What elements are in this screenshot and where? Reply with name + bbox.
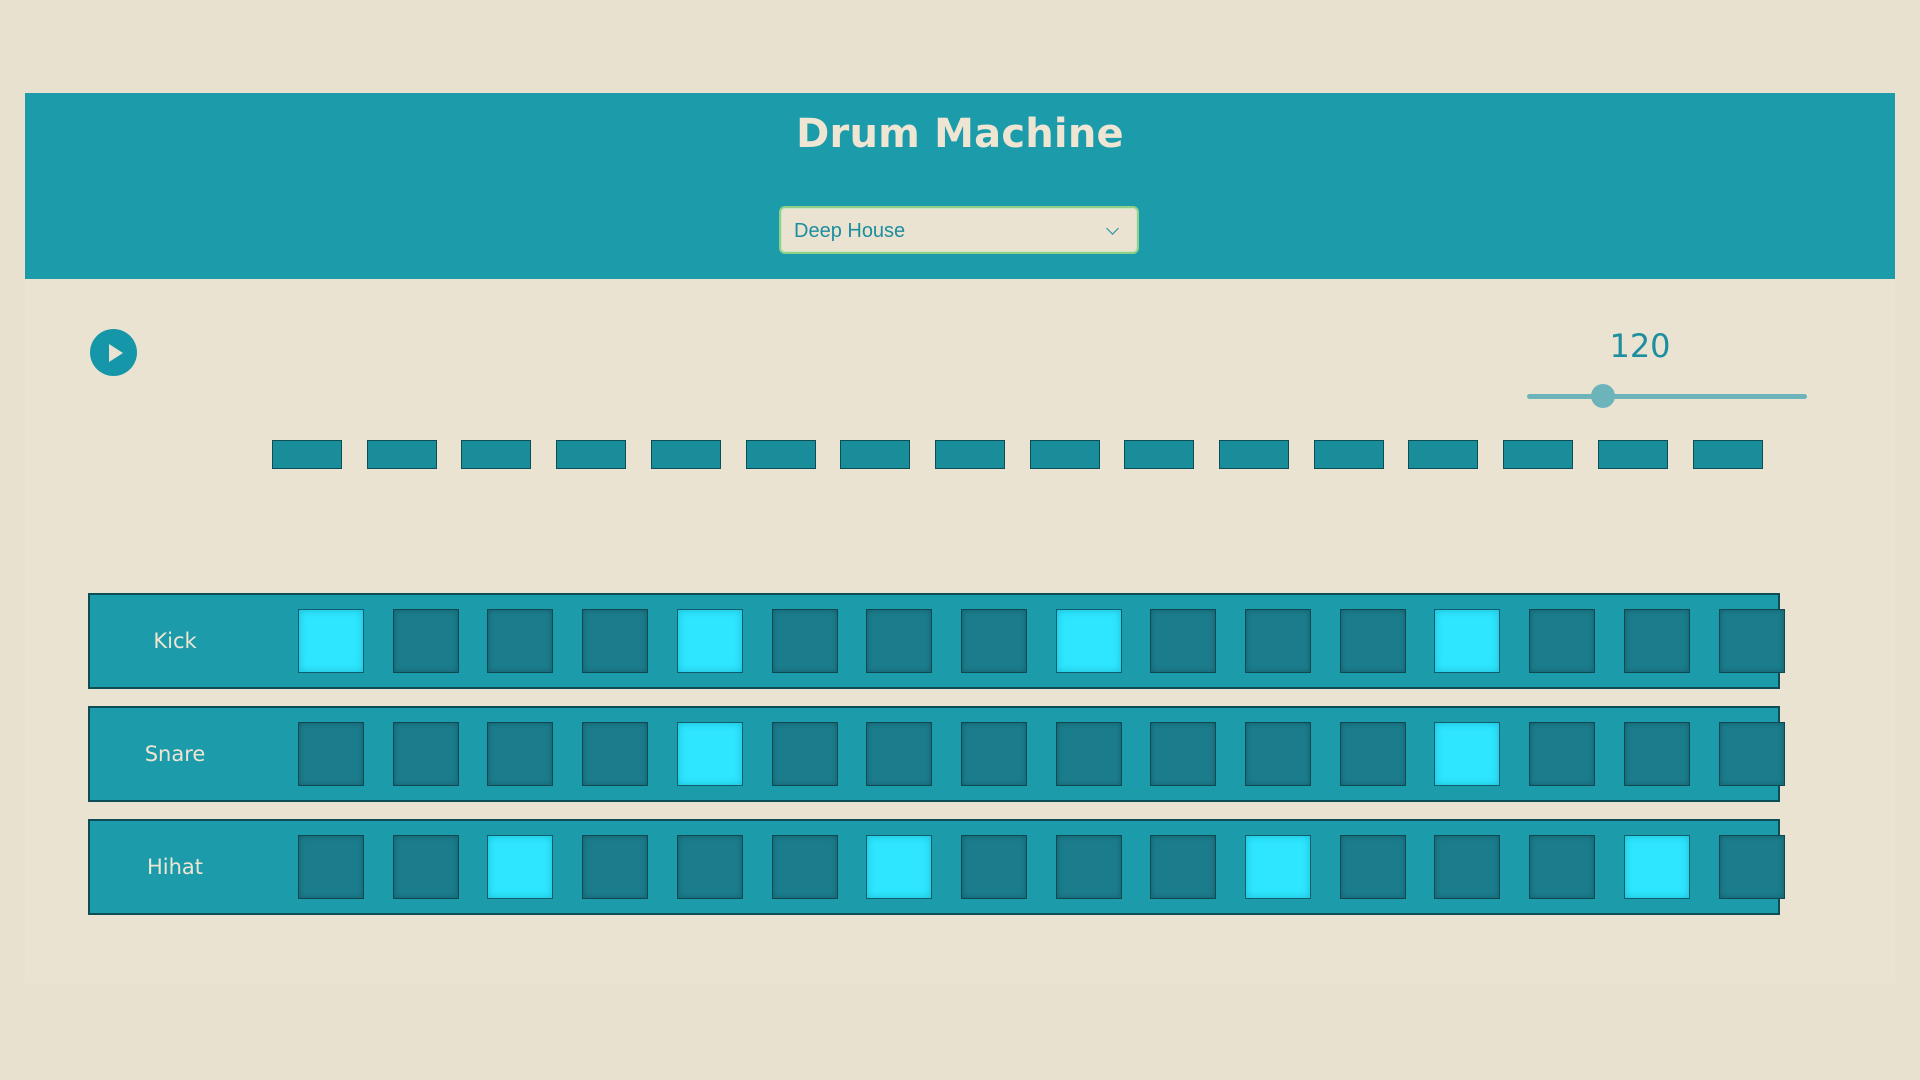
step-pad[interactable] <box>1150 722 1217 786</box>
track-row-kick: Kick <box>88 593 1785 689</box>
step-pad[interactable] <box>676 609 743 673</box>
step-pad[interactable] <box>960 722 1027 786</box>
track-row-snare: Snare <box>88 706 1785 802</box>
track-label: Snare <box>144 742 206 766</box>
track-label: Kick <box>153 629 197 653</box>
play-button[interactable] <box>90 329 137 376</box>
preset-select-value: Deep House <box>794 220 906 242</box>
step-pad[interactable] <box>1055 722 1122 786</box>
header: Drum Machine Deep House <box>25 93 1895 279</box>
step-pad[interactable] <box>1623 722 1690 786</box>
step-pad[interactable] <box>1529 722 1596 786</box>
step-pad[interactable] <box>487 835 554 899</box>
step-pad[interactable] <box>1718 609 1785 673</box>
step-indicator <box>272 440 342 469</box>
step-pad[interactable] <box>1055 835 1122 899</box>
step-pad[interactable] <box>771 609 838 673</box>
step-pad[interactable] <box>1339 722 1406 786</box>
step-pad[interactable] <box>866 835 933 899</box>
step-pad[interactable] <box>392 722 459 786</box>
step-pad[interactable] <box>1339 609 1406 673</box>
step-pad[interactable] <box>1623 609 1690 673</box>
step-pad[interactable] <box>1529 609 1596 673</box>
step-pad[interactable] <box>582 722 649 786</box>
step-pad[interactable] <box>1623 835 1690 899</box>
step-pad[interactable] <box>1055 609 1122 673</box>
track-row-hihat: Hihat <box>88 819 1785 915</box>
step-pad[interactable] <box>1339 835 1406 899</box>
step-indicator <box>1692 440 1763 469</box>
step-pad[interactable] <box>487 722 554 786</box>
step-pad[interactable] <box>1150 835 1217 899</box>
step-pad[interactable] <box>1529 835 1596 899</box>
step-indicator <box>1503 440 1574 469</box>
step-pad[interactable] <box>392 835 459 899</box>
step-pad[interactable] <box>1434 722 1501 786</box>
step-pad[interactable] <box>1434 609 1501 673</box>
step-indicator <box>556 440 627 469</box>
step-pad[interactable] <box>1245 609 1311 673</box>
step-indicator <box>461 440 532 469</box>
step-indicator <box>745 440 816 469</box>
step-indicator <box>934 440 1005 469</box>
step-pad[interactable] <box>1434 835 1501 899</box>
step-pad[interactable] <box>1150 609 1217 673</box>
preset-select[interactable]: Deep House <box>779 206 1139 254</box>
play-icon <box>109 344 123 362</box>
chevron-down-icon <box>1106 222 1119 235</box>
step-pad[interactable] <box>676 835 743 899</box>
step-pad[interactable] <box>866 609 933 673</box>
step-indicator <box>1219 440 1289 469</box>
tempo-value: 120 <box>1609 327 1671 365</box>
step-pad[interactable] <box>298 609 364 673</box>
step-pad[interactable] <box>1245 835 1311 899</box>
step-indicator <box>1029 440 1100 469</box>
step-pad[interactable] <box>960 835 1027 899</box>
step-indicator <box>366 440 437 469</box>
track-label: Hihat <box>146 855 204 879</box>
step-pad[interactable] <box>582 835 649 899</box>
step-pad[interactable] <box>866 722 933 786</box>
step-pad[interactable] <box>771 835 838 899</box>
tempo-slider-thumb[interactable] <box>1590 384 1615 408</box>
step-indicator <box>1313 440 1384 469</box>
step-indicator <box>1597 440 1668 469</box>
step-pad[interactable] <box>1245 722 1311 786</box>
step-pad[interactable] <box>298 835 364 899</box>
step-pad[interactable] <box>487 609 554 673</box>
step-pad[interactable] <box>298 722 364 786</box>
step-indicators <box>272 440 1822 470</box>
step-pad[interactable] <box>582 609 649 673</box>
step-indicator <box>1124 440 1195 469</box>
step-pad[interactable] <box>1718 722 1785 786</box>
step-pad[interactable] <box>676 722 743 786</box>
step-indicator <box>840 440 911 469</box>
step-indicator <box>650 440 721 469</box>
step-pad[interactable] <box>392 609 459 673</box>
step-indicator <box>1408 440 1479 469</box>
tempo-slider[interactable] <box>1527 394 1807 399</box>
step-pad[interactable] <box>960 609 1027 673</box>
page-title: Drum Machine <box>796 111 1124 157</box>
step-pad[interactable] <box>1718 835 1785 899</box>
step-pad[interactable] <box>771 722 838 786</box>
